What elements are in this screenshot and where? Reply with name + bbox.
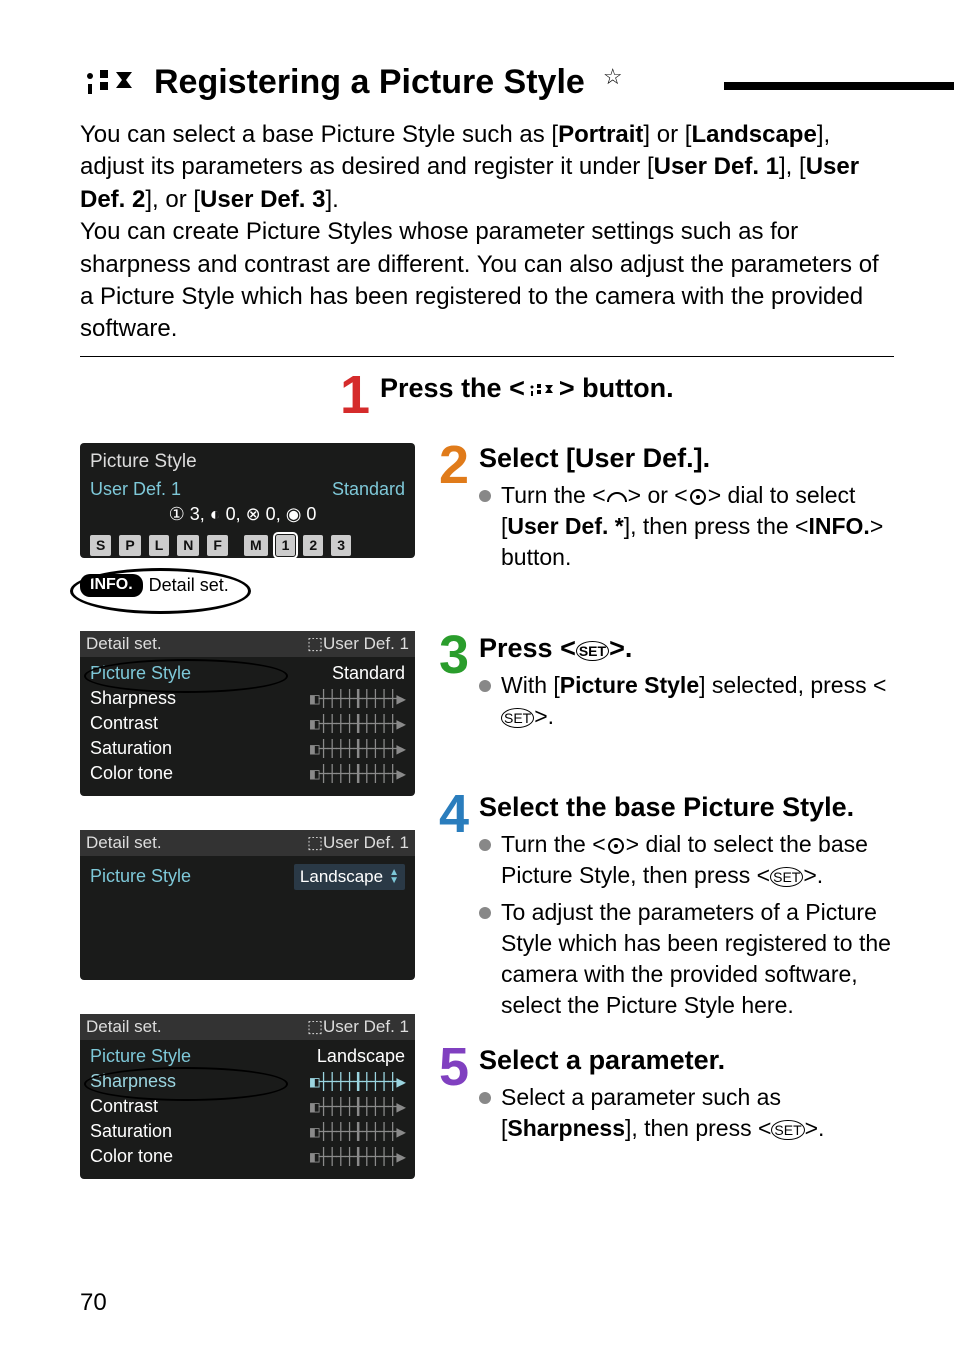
lcd-picture-style: Picture Style User Def. 1 Standard ① 3, … bbox=[80, 443, 415, 597]
step-4-bullet-2: To adjust the parameters of a Picture St… bbox=[479, 897, 894, 1021]
quick-dial-icon bbox=[606, 837, 626, 855]
lcd1-params: ① 3, ◐ 0, ⊗ 0, ◉ 0 bbox=[169, 504, 317, 524]
lcd1-badge: P bbox=[119, 535, 140, 556]
step-3-head: Press <SET>. bbox=[479, 633, 894, 664]
lcd4-rows: Picture StyleLandscapeSharpness◧┼┼┼┼╂┼┼┼… bbox=[80, 1040, 415, 1179]
lcd-row: Picture StyleStandard bbox=[90, 661, 405, 686]
lcd2-rows: Picture StyleStandardSharpness◧┼┼┼┼╂┼┼┼┼… bbox=[80, 657, 415, 796]
lcd1-badge: 1 bbox=[276, 535, 296, 556]
lcd1-title: Picture Style bbox=[90, 451, 405, 473]
lcd1-user: User Def. 1 bbox=[90, 479, 181, 500]
lcd3-header-left: Detail set. bbox=[86, 833, 162, 853]
lcd3-header-right: ⬚User Def. 1 bbox=[307, 833, 409, 853]
lcd-detail-set-2: Detail set. ⬚User Def. 1 Picture Style L… bbox=[80, 830, 415, 980]
lcd3-row: Picture Style Landscape ▲▼ bbox=[90, 862, 405, 892]
step-2: 2 Select [User Def.]. Turn the <> or <> … bbox=[439, 443, 894, 573]
step-4: 4 Select the base Picture Style. Turn th… bbox=[439, 792, 894, 1021]
step-number-1: 1 bbox=[340, 373, 370, 419]
lcd-detail-set-1: Detail set. ⬚User Def. 1 Picture StyleSt… bbox=[80, 631, 415, 796]
lcd1-badge: S bbox=[90, 535, 111, 556]
step-2-head: Select [User Def.]. bbox=[479, 443, 894, 474]
lcd2-header-left: Detail set. bbox=[86, 634, 162, 654]
intro-text: You can select a base Picture Style such… bbox=[80, 119, 894, 346]
lcd1-user-value: Standard bbox=[332, 479, 405, 500]
step-4-head: Select the base Picture Style. bbox=[479, 792, 894, 823]
lcd1-badge: N bbox=[177, 535, 199, 556]
quick-dial-icon bbox=[688, 488, 708, 506]
lcd1-badge: L bbox=[149, 535, 170, 556]
step-2-bullet-1: Turn the <> or <> dial to select [User D… bbox=[479, 480, 894, 573]
page-title-row: Registering a Picture Style ☆ bbox=[80, 60, 894, 105]
lcd-row: Sharpness◧┼┼┼┼╂┼┼┼┼▶ bbox=[90, 1069, 405, 1094]
title-star-icon: ☆ bbox=[603, 64, 623, 90]
main-dial-icon bbox=[606, 488, 628, 506]
picture-style-icon bbox=[525, 380, 559, 400]
lcd2-header-right: ⬚User Def. 1 bbox=[307, 634, 409, 654]
info-text: Detail set. bbox=[149, 575, 229, 596]
lcd-row: Saturation◧┼┼┼┼╂┼┼┼┼▶ bbox=[90, 736, 405, 761]
step-1: 1 Press the <> button. bbox=[340, 373, 894, 419]
step-number-3: 3 bbox=[439, 633, 469, 679]
page-title: Registering a Picture Style bbox=[154, 63, 585, 102]
step-5: 5 Select a parameter. Select a parameter… bbox=[439, 1045, 894, 1144]
lcd1-badge: M bbox=[244, 535, 268, 556]
step-number-2: 2 bbox=[439, 443, 469, 489]
lcd-row: Contrast◧┼┼┼┼╂┼┼┼┼▶ bbox=[90, 711, 405, 736]
page-number: 70 bbox=[80, 1289, 107, 1317]
step-number-4: 4 bbox=[439, 792, 469, 838]
step-number-5: 5 bbox=[439, 1045, 469, 1091]
lcd4-header-left: Detail set. bbox=[86, 1017, 162, 1037]
picture-style-icon bbox=[80, 60, 140, 105]
step-3-bullet-1: With [Picture Style] selected, press <SE… bbox=[479, 670, 894, 732]
lcd-row: Saturation◧┼┼┼┼╂┼┼┼┼▶ bbox=[90, 1119, 405, 1144]
divider bbox=[80, 356, 894, 357]
lcd1-badge: 3 bbox=[331, 535, 351, 556]
lcd-row: Color tone◧┼┼┼┼╂┼┼┼┼▶ bbox=[90, 1144, 405, 1169]
lcd1-info-pill: INFO. Detail set. bbox=[80, 574, 229, 597]
lcd1-badges: SPLNFM123 bbox=[90, 535, 405, 556]
info-badge: INFO. bbox=[80, 574, 143, 597]
lcd-row: Picture StyleLandscape bbox=[90, 1044, 405, 1069]
lcd-row: Color tone◧┼┼┼┼╂┼┼┼┼▶ bbox=[90, 761, 405, 786]
step-3: 3 Press <SET>. With [Picture Style] sele… bbox=[439, 633, 894, 732]
lcd3-spinner: Landscape ▲▼ bbox=[294, 864, 405, 890]
step-4-bullet-1: Turn the <> dial to select the base Pict… bbox=[479, 829, 894, 891]
lcd1-badge: F bbox=[207, 535, 228, 556]
step-5-bullet-1: Select a parameter such as [Sharpness], … bbox=[479, 1082, 894, 1144]
lcd-detail-set-3: Detail set. ⬚User Def. 1 Picture StyleLa… bbox=[80, 1014, 415, 1179]
step-5-head: Select a parameter. bbox=[479, 1045, 894, 1076]
lcd4-header-right: ⬚User Def. 1 bbox=[307, 1017, 409, 1037]
lcd1-badge: 2 bbox=[303, 535, 323, 556]
title-rule bbox=[724, 82, 954, 90]
step-1-head: Press the <> button. bbox=[380, 373, 894, 404]
